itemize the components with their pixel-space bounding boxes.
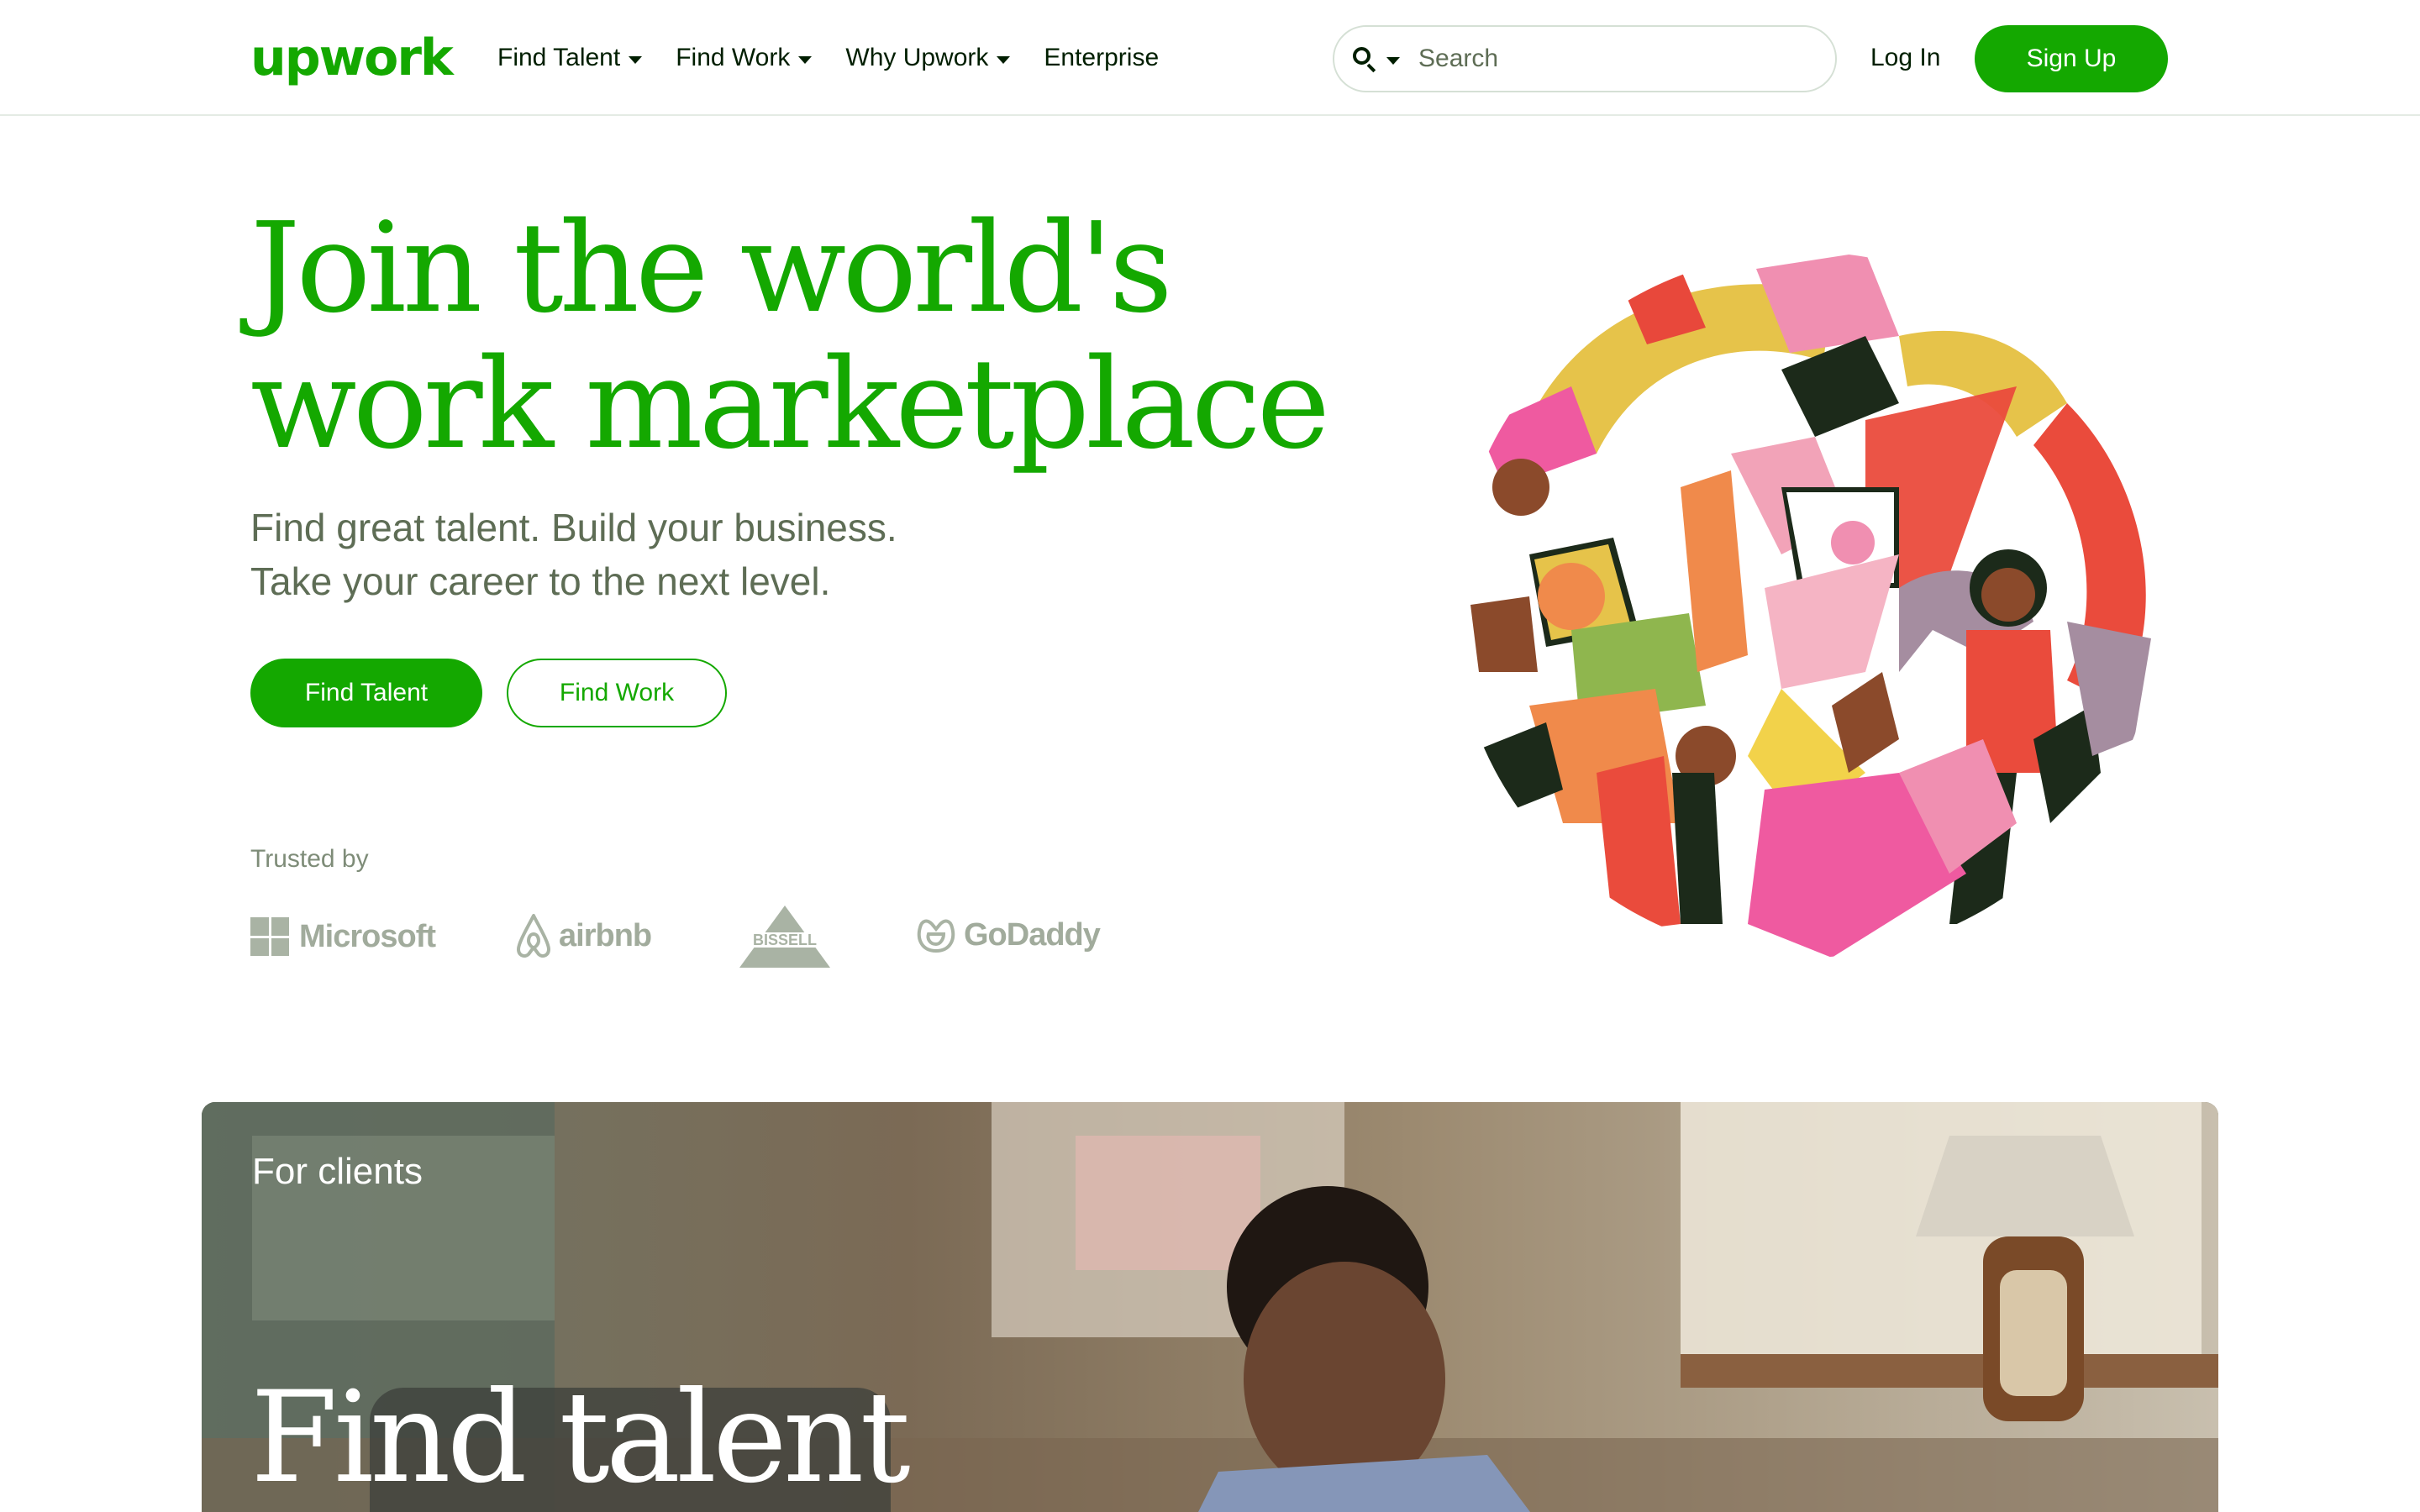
hero-illustration (1454, 252, 2160, 958)
godaddy-logo-text: GoDaddy (964, 916, 1101, 953)
search-bar (1333, 25, 1837, 92)
nav-find-work-label: Find Work (676, 44, 791, 71)
find-work-button[interactable]: Find Work (507, 659, 727, 727)
trusted-by-label: Trusted by (250, 845, 369, 873)
find-talent-heading: Find talent (250, 1365, 911, 1511)
nav-find-work[interactable]: Find Work (676, 37, 813, 79)
for-clients-label: For clients (252, 1151, 423, 1192)
airbnb-logo: airbnb (513, 912, 652, 959)
chevron-down-icon (997, 55, 1011, 64)
hero-subtitle: Find great talent. Build your business. … (250, 501, 897, 608)
search-input[interactable] (1418, 34, 1822, 84)
upwork-logo[interactable]: upwork (250, 30, 454, 86)
microsoft-logo-text: Microsoft (299, 918, 436, 954)
find-talent-button[interactable]: Find Talent (250, 659, 482, 727)
godaddy-mark-icon (917, 919, 955, 953)
nav-why-upwork[interactable]: Why Upwork (845, 37, 1011, 79)
airbnb-belo-icon (517, 914, 550, 958)
hero-subtitle-line-2: Take your career to the next level. (250, 559, 831, 603)
hero-subtitle-line-1: Find great talent. Build your business. (250, 506, 897, 549)
search-type-chevron-down-icon[interactable] (1386, 56, 1400, 65)
chevron-down-icon (798, 55, 813, 64)
bissell-logo: BISSELL (736, 904, 834, 969)
godaddy-logo: GoDaddy (913, 914, 1101, 956)
search-icon[interactable] (1351, 45, 1378, 73)
microsoft-logo: Microsoft (250, 917, 436, 956)
site-header: upwork Find Talent Find Work Why Upwork … (0, 0, 2420, 116)
signup-button[interactable]: Sign Up (1975, 25, 2168, 92)
nav-enterprise-label: Enterprise (1044, 44, 1160, 71)
hero-title-line-1: Join the world's (250, 196, 1173, 340)
nav-find-talent[interactable]: Find Talent (497, 37, 643, 79)
nav-why-upwork-label: Why Upwork (845, 44, 989, 71)
clients-card[interactable]: For clients Find talent (202, 1102, 2218, 1512)
bissell-triangle-icon: BISSELL (736, 906, 834, 968)
nav-find-talent-label: Find Talent (497, 44, 621, 71)
hero-title-line-2: work marketplace (250, 332, 1330, 476)
chevron-down-icon (629, 55, 643, 64)
nav-enterprise[interactable]: Enterprise (1044, 37, 1159, 79)
login-link[interactable]: Log In (1870, 37, 1940, 79)
microsoft-grid-icon (250, 917, 289, 956)
airbnb-logo-text: airbnb (559, 917, 652, 953)
hero-title: Join the world's work marketplace (250, 200, 1427, 472)
bissell-logo-text: BISSELL (753, 932, 817, 948)
main-nav: Find Talent Find Work Why Upwork Enterpr… (497, 37, 1192, 79)
